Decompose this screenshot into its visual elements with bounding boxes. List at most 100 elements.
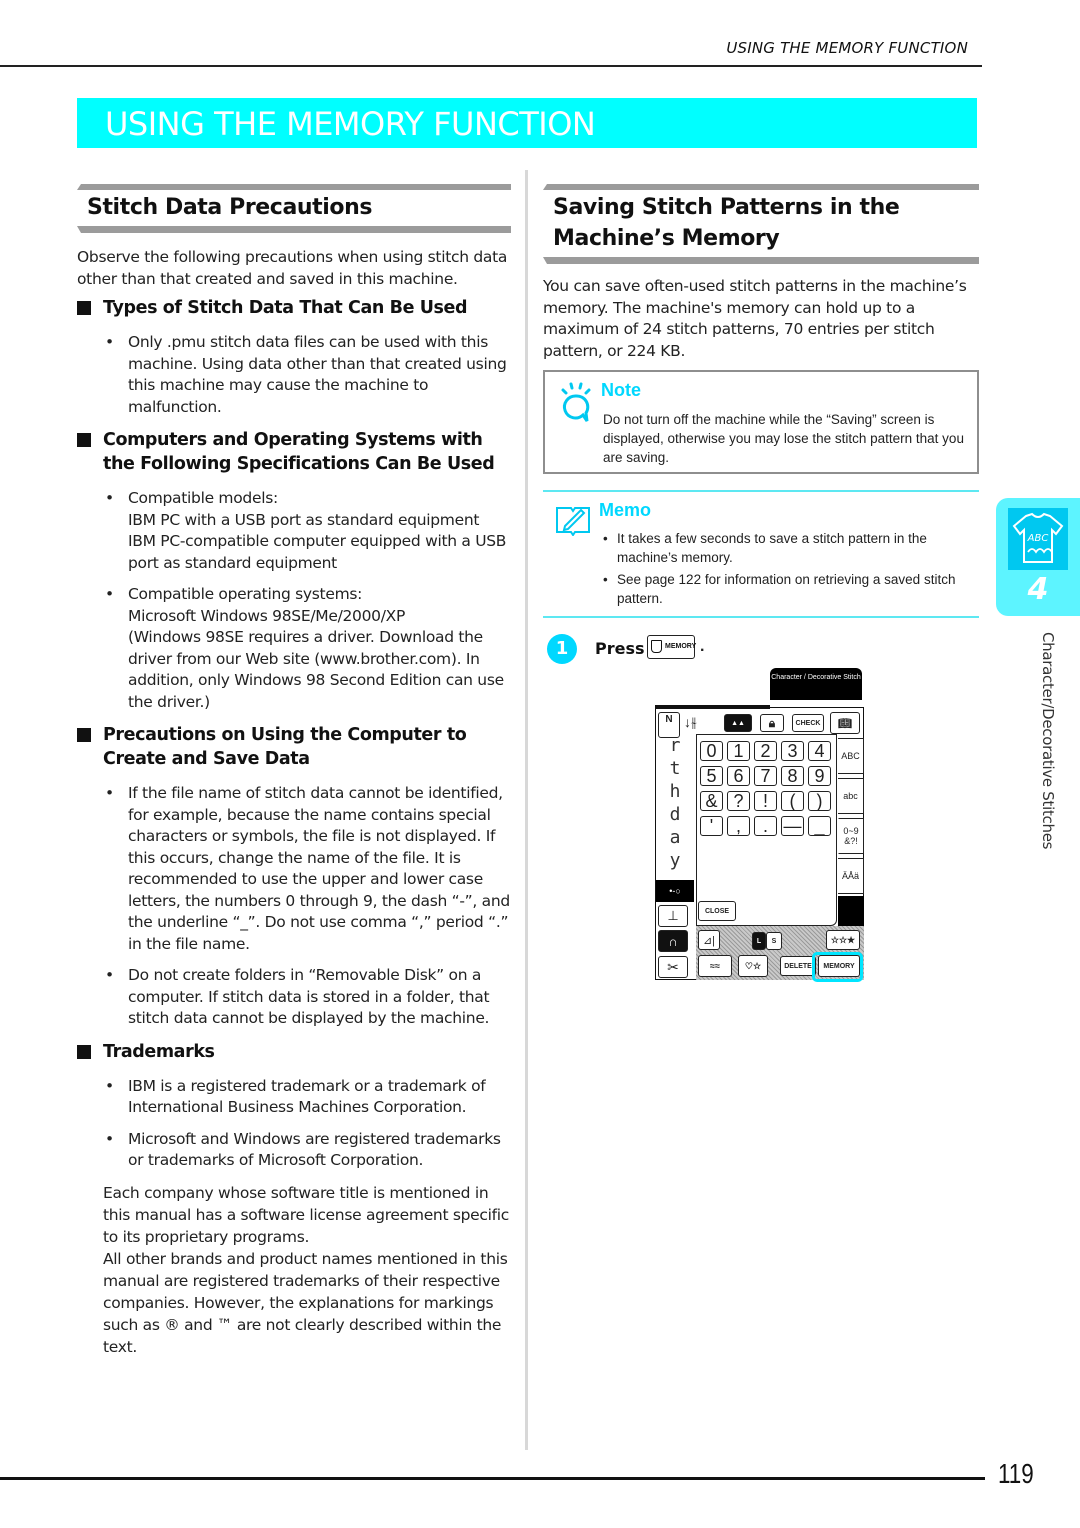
step-label: Press [595, 639, 645, 658]
section-header-stitch-data-precautions: Stitch Data Precautions [77, 184, 511, 233]
section-header-saving-stitch-patterns: Saving Stitch Patterns in the Machine’s … [543, 184, 979, 264]
memory-button-highlight [812, 952, 863, 982]
subsection-heading: Computers and Operating Systems with the… [77, 428, 511, 476]
alignment-button[interactable]: ♡☆ [738, 955, 768, 977]
bullet-icon: • [105, 333, 114, 351]
section-bar-bottom [543, 257, 979, 264]
header-rule [0, 65, 982, 67]
step-number: 1 [547, 634, 577, 664]
square-bullet-icon [77, 1044, 91, 1059]
list-item: • IBM is a registered trademark or a tra… [77, 1076, 511, 1119]
subsection-precautions: Precautions on Using the Computer to Cre… [77, 723, 511, 1030]
keypad-key[interactable]: 2 [754, 741, 777, 761]
keypad-key[interactable]: ? [727, 791, 750, 811]
keypad-key[interactable]: 7 [754, 766, 777, 786]
intro-paragraph: You can save often-used stitch patterns … [543, 277, 967, 360]
closing-paragraph: Each company whose software title is men… [103, 1183, 510, 1246]
spacing-button[interactable]: ☆☆★ [826, 930, 860, 950]
keypad-key[interactable]: 4 [808, 741, 831, 761]
memo-item: • See page 122 for information on retriev… [601, 570, 973, 608]
selected-glyph: h [669, 781, 681, 802]
keypad-key[interactable]: 9 [808, 766, 831, 786]
square-bullet-icon [77, 301, 91, 315]
bullet-icon: • [105, 585, 114, 603]
square-bullet-icon [77, 433, 91, 447]
keypad-key[interactable]: 8 [781, 766, 804, 786]
memo-item-text: See page 122 for information on retrievi… [617, 572, 956, 606]
section-bar-bottom [77, 226, 511, 233]
subsection-title: Computers and Operating Systems with the… [103, 430, 495, 474]
note-box: Note Do not turn off the machine while t… [543, 370, 979, 474]
subsection-title: Precautions on Using the Computer to Cre… [103, 725, 467, 769]
step-period: . [700, 638, 705, 655]
size-label: L [756, 937, 762, 945]
stitch-density-button[interactable]: ≈≈ [698, 955, 732, 977]
keypad-key[interactable]: , [727, 816, 750, 836]
check-button[interactable]: CHECK [792, 714, 824, 732]
keypad-key[interactable]: ) [808, 791, 831, 811]
bullet-list: • IBM is a registered trademark or a tra… [77, 1076, 511, 1172]
selected-glyph: a [669, 827, 681, 848]
reverse-button[interactable]: ∩ [658, 930, 688, 952]
list-item: • Microsoft and Windows are registered t… [77, 1129, 511, 1172]
check-label: CHECK [795, 719, 821, 727]
keypad-key[interactable]: & [700, 791, 723, 811]
bullet-list: • If the file name of stitch data cannot… [77, 783, 511, 1030]
chapter-side-label: Character/Decorative Stitches [1039, 632, 1057, 850]
keypad-key[interactable]: ! [754, 791, 777, 811]
stitch-size-mode-button[interactable]: ▲▲ [724, 714, 752, 732]
keypad-key[interactable]: 5 [700, 766, 723, 786]
foot-label: N [665, 714, 673, 725]
footer-rule [0, 1477, 985, 1480]
presser-foot-button[interactable]: ⊥ [658, 905, 688, 927]
list-item-text: If the file name of stitch data cannot b… [128, 784, 510, 953]
close-button[interactable]: CLOSE [698, 901, 736, 921]
help-book-button[interactable]: 📖︎ [830, 712, 860, 734]
needle-position-icon: ↓⫳ [684, 714, 697, 730]
chapter-number: 4 [1027, 572, 1049, 607]
intro-paragraph: Observe the following precautions when u… [77, 248, 508, 288]
lock-button[interactable]: 🔒︎ [760, 714, 784, 732]
keypad-key[interactable]: — [781, 816, 804, 836]
section-title-line-2: Machine’s Memory [553, 226, 780, 251]
mirror-button[interactable]: ⊿| [698, 930, 720, 950]
screen-title-tab: Character / Decorative Stitch [770, 668, 862, 700]
bullet-icon: • [105, 1076, 114, 1095]
keypad-key[interactable]: 1 [727, 741, 750, 761]
subsection-heading: Types of Stitch Data That Can Be Used [77, 296, 511, 320]
tab-numbers-symbols[interactable]: 0~9 &?! [838, 818, 864, 854]
tab-lowercase[interactable]: abc [838, 778, 864, 814]
subsection-title: Types of Stitch Data That Can Be Used [103, 298, 468, 318]
note-title: Note [601, 380, 641, 400]
keypad-key[interactable]: 0 [700, 741, 723, 761]
size-small-button[interactable]: S [766, 932, 782, 950]
tab-uppercase[interactable]: ABC [838, 738, 864, 774]
memo-item-text: It takes a few seconds to save a stitch … [617, 531, 927, 565]
bullet-icon: • [105, 489, 114, 507]
shirt-icon-text: ABC [1027, 533, 1049, 544]
list-item: • Compatible models: IBM PC with a USB p… [77, 488, 511, 574]
memo-title: Memo [599, 500, 652, 520]
list-item: • Do not create folders in “Removable Di… [77, 965, 511, 1030]
keypad-key[interactable]: _ [808, 816, 831, 836]
keypad-key[interactable]: 6 [727, 766, 750, 786]
selected-glyph: d [669, 804, 681, 825]
list-item-text: IBM is a registered trademark or a trade… [128, 1076, 486, 1117]
subsection-computers: Computers and Operating Systems with the… [77, 428, 511, 713]
section-bar-top [77, 184, 511, 190]
scissors-button[interactable]: ✂ [658, 956, 688, 978]
keypad-key[interactable]: ( [781, 791, 804, 811]
close-label: CLOSE [704, 907, 730, 915]
square-bullet-icon [77, 728, 91, 742]
size-large-button[interactable]: L [752, 932, 766, 950]
section-title: Stitch Data Precautions [87, 195, 373, 220]
delete-button[interactable]: DELETE [780, 956, 816, 976]
tab-label: abc [843, 791, 858, 801]
tab-label: ÄÅä [841, 871, 859, 881]
section-bar-top [543, 184, 979, 190]
keypad-key[interactable]: ' [700, 816, 723, 836]
tab-accented[interactable]: ÄÅä [838, 858, 864, 894]
keypad-key[interactable]: 3 [781, 741, 804, 761]
left-column: Stitch Data Precautions Observe the foll… [77, 184, 511, 1358]
keypad-key[interactable]: . [754, 816, 777, 836]
